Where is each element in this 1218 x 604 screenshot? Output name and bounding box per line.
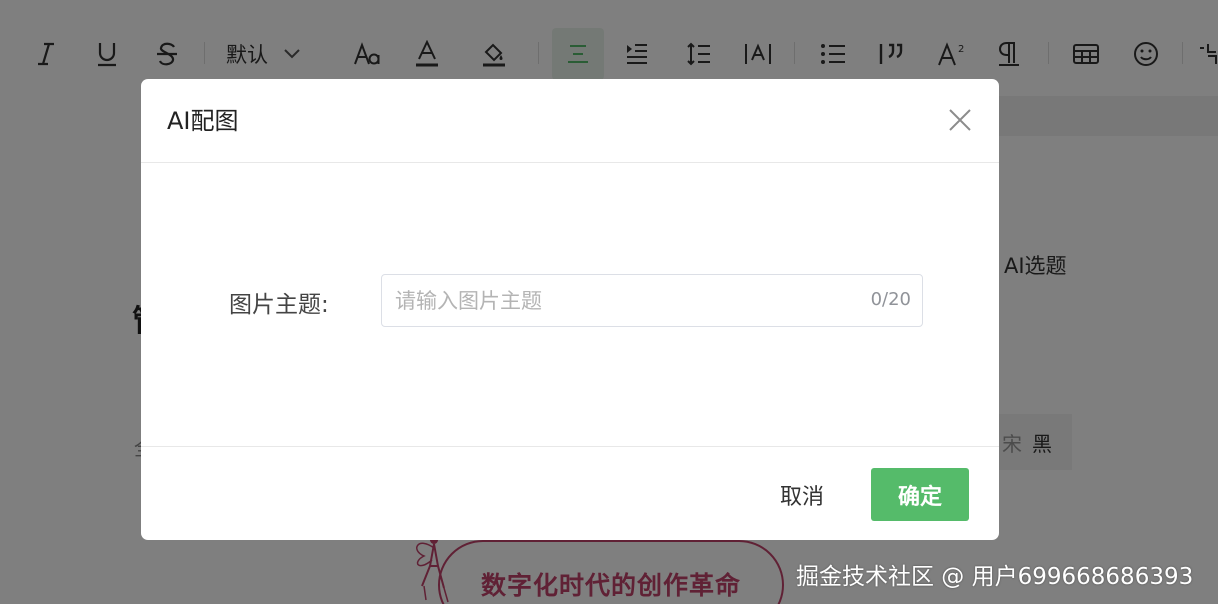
ai-image-dialog: AI配图 图片主题: 0/20 取消 确定: [141, 79, 999, 540]
cancel-button[interactable]: 取消: [763, 468, 841, 521]
image-topic-label: 图片主题:: [229, 292, 329, 318]
confirm-button[interactable]: 确定: [871, 468, 969, 521]
char-counter: 0/20: [870, 289, 911, 310]
watermark-text: 掘金技术社区 @ 用户699668686393: [796, 564, 1194, 590]
dialog-header: AI配图: [141, 79, 999, 163]
image-topic-field[interactable]: 0/20: [381, 274, 923, 327]
image-topic-input[interactable]: [382, 275, 852, 326]
dialog-title: AI配图: [167, 107, 239, 135]
close-icon[interactable]: [947, 107, 973, 133]
